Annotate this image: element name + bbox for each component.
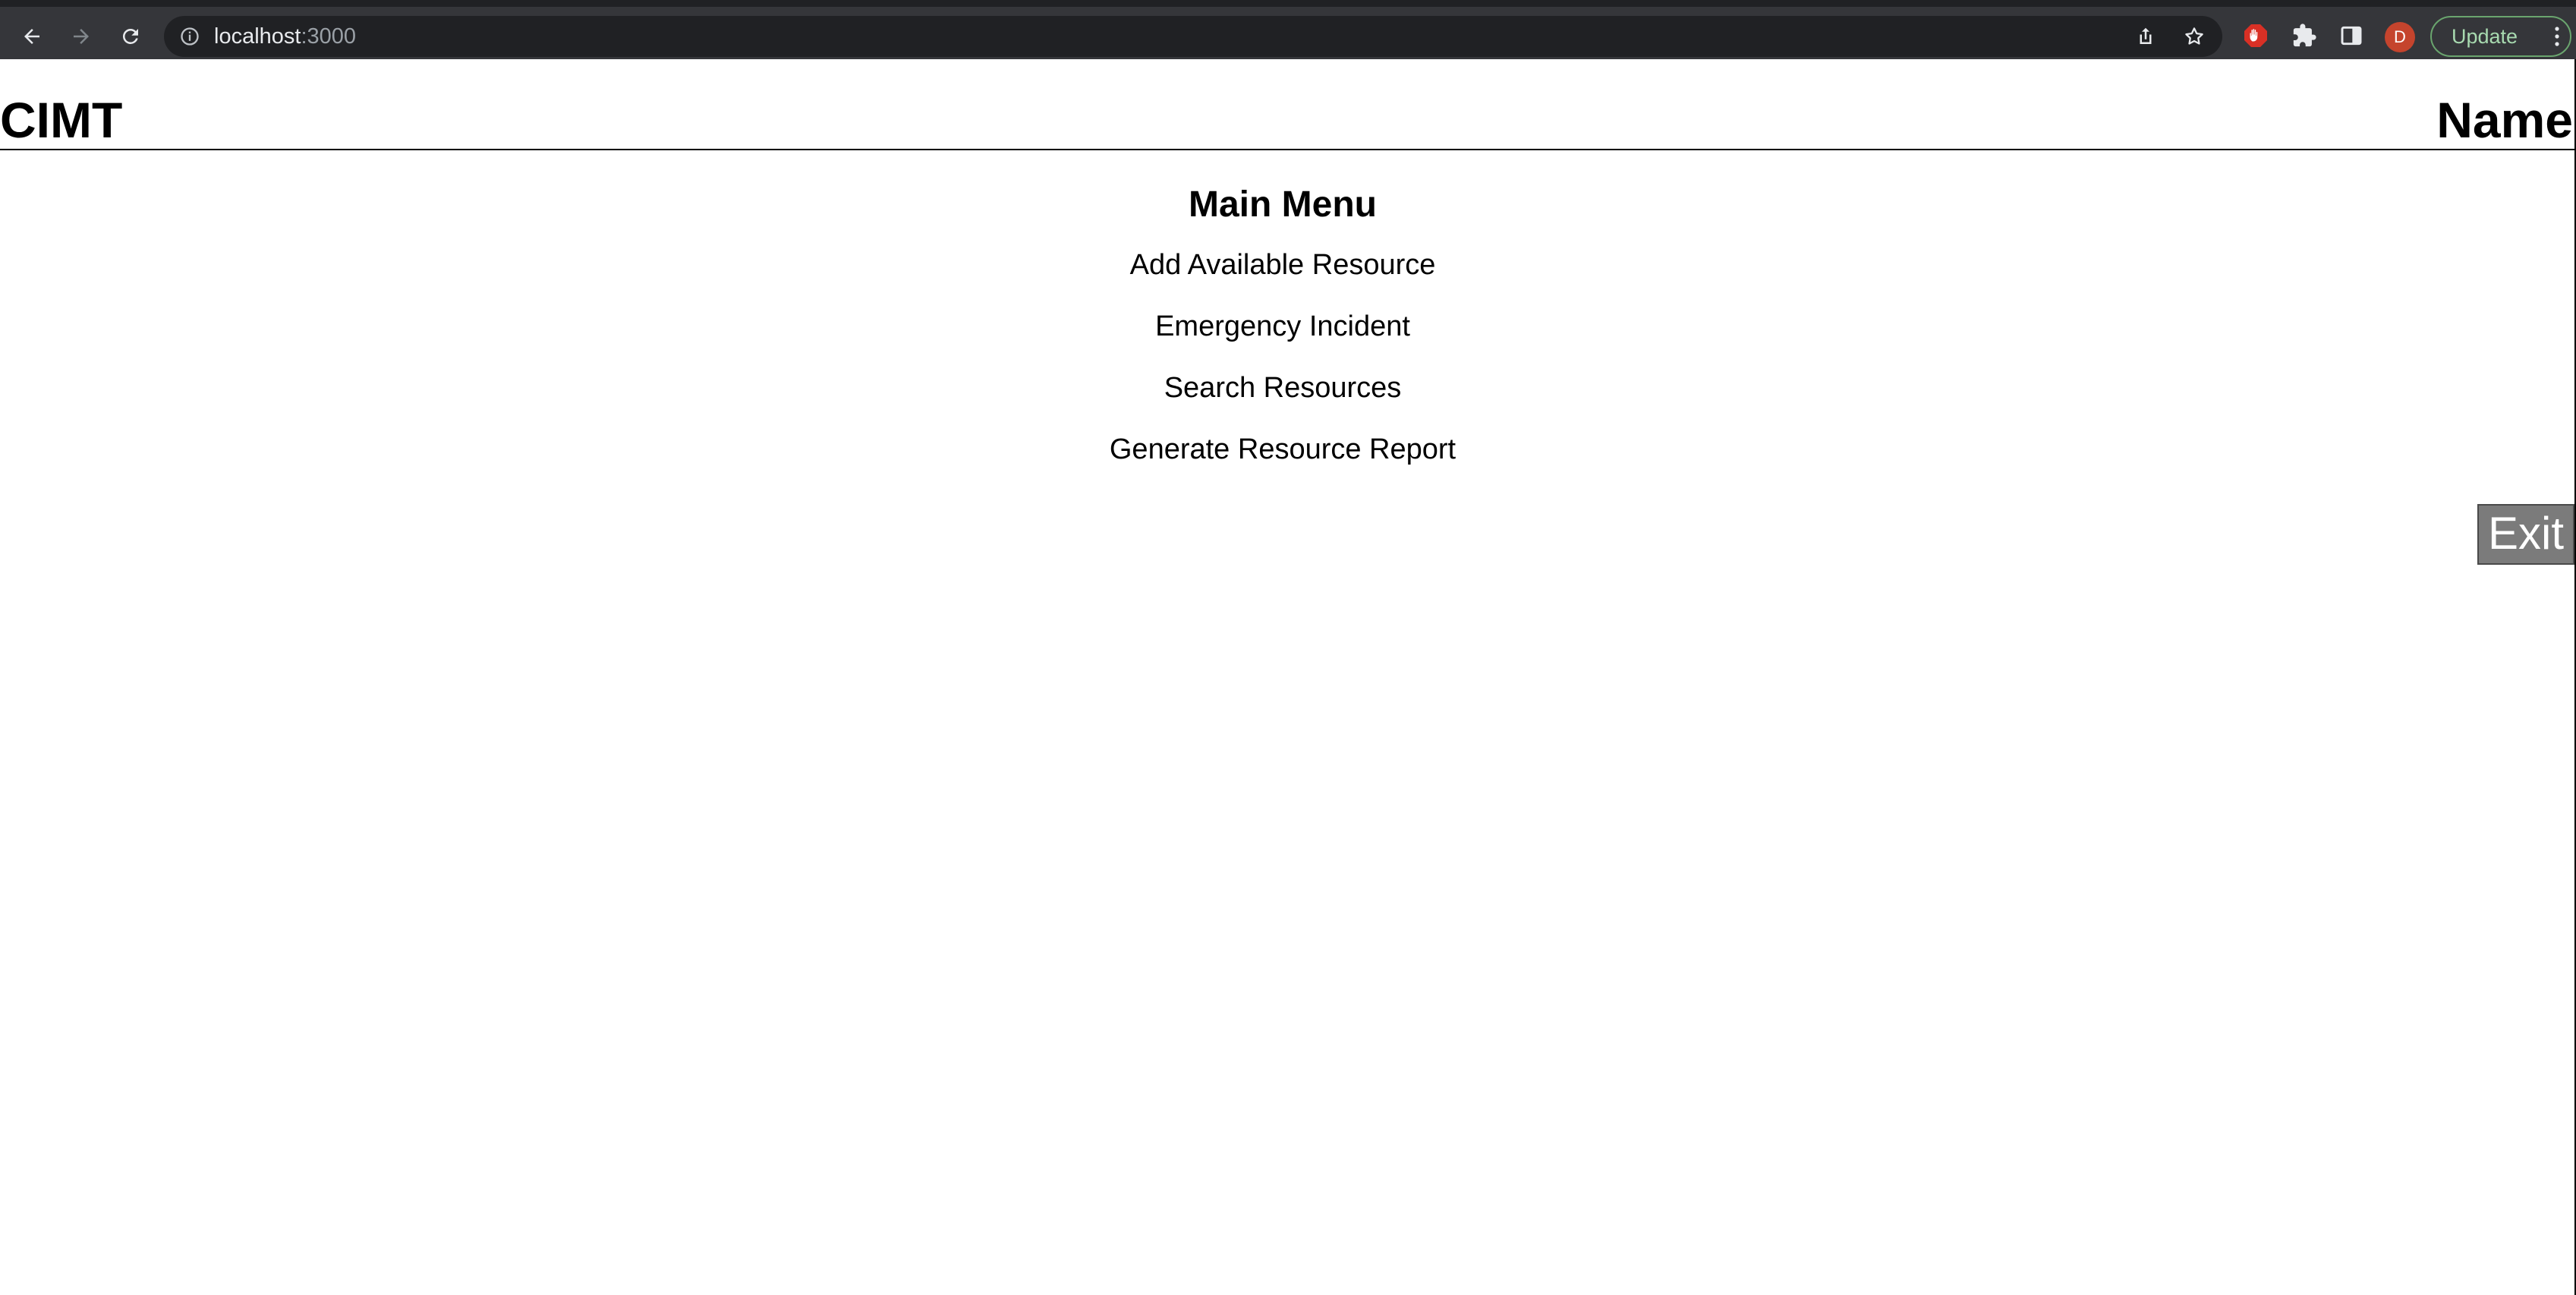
menu-list: Add Available Resource Emergency Inciden… bbox=[0, 243, 2571, 471]
reload-icon[interactable] bbox=[112, 18, 149, 55]
update-label: Update bbox=[2452, 25, 2518, 48]
stop-hand-icon[interactable] bbox=[2242, 22, 2269, 49]
page-content: CIMT Name Main Menu Add Available Resour… bbox=[0, 59, 2576, 1295]
update-button[interactable]: Update bbox=[2430, 16, 2571, 57]
menu-title: Main Menu bbox=[1189, 184, 1377, 225]
url-text[interactable]: localhost:3000 bbox=[214, 23, 356, 50]
menu-item-search-resources[interactable]: Search Resources bbox=[0, 366, 2571, 410]
exit-button[interactable]: Exit bbox=[2477, 504, 2574, 565]
kebab-menu-icon[interactable] bbox=[2555, 27, 2559, 46]
forward-arrow-icon[interactable] bbox=[63, 18, 99, 55]
avatar[interactable]: D bbox=[2385, 22, 2415, 52]
menu-item-add-available-resource[interactable]: Add Available Resource bbox=[0, 243, 2571, 287]
info-icon[interactable] bbox=[179, 26, 200, 47]
puzzle-icon[interactable] bbox=[2291, 22, 2318, 49]
site-header: CIMT Name bbox=[0, 59, 2576, 150]
menu-item-emergency-incident[interactable]: Emergency Incident bbox=[0, 304, 2571, 348]
url-host: localhost bbox=[214, 24, 301, 49]
app-title: CIMT bbox=[0, 92, 123, 148]
browser-toolbar: localhost:3000 D Update bbox=[0, 0, 2576, 59]
main-menu: Main Menu Add Available Resource Emergen… bbox=[0, 181, 2571, 489]
user-name: Name bbox=[2436, 92, 2573, 148]
share-icon[interactable] bbox=[2134, 25, 2157, 48]
address-bar[interactable]: localhost:3000 bbox=[164, 16, 2222, 57]
url-port: :3000 bbox=[301, 24, 357, 49]
menu-item-generate-resource-report[interactable]: Generate Resource Report bbox=[0, 427, 2571, 471]
star-icon[interactable] bbox=[2183, 25, 2206, 48]
back-arrow-icon[interactable] bbox=[14, 18, 50, 55]
side-panel-icon[interactable] bbox=[2338, 22, 2365, 49]
